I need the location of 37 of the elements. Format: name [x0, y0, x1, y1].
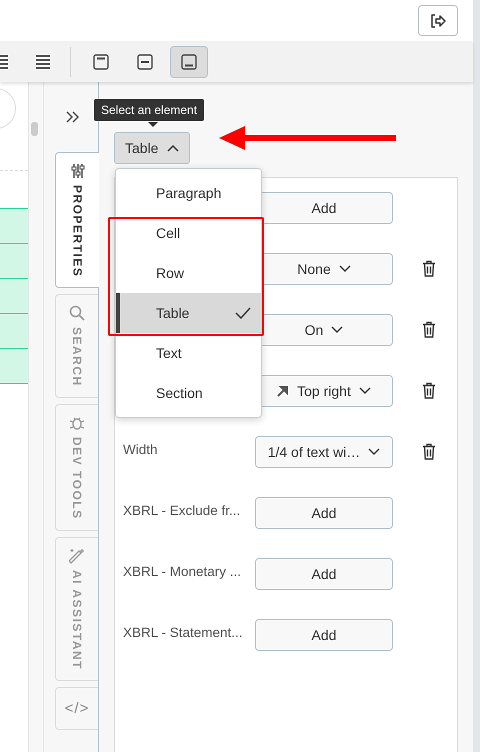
- check-icon: [235, 307, 251, 319]
- trash-icon[interactable]: [422, 321, 436, 338]
- collapse-icon[interactable]: [66, 111, 80, 123]
- trash-icon[interactable]: [422, 260, 436, 277]
- search-icon: [69, 305, 85, 322]
- arrow-up-right-icon: [277, 385, 290, 397]
- trash-icon[interactable]: [422, 443, 436, 460]
- property-label: XBRL - Exclude fr...: [122, 503, 242, 518]
- property-label: XBRL - Monetary ...: [122, 564, 242, 579]
- add-button[interactable]: Add: [255, 497, 393, 529]
- add-button[interactable]: Add: [255, 558, 393, 590]
- export-icon: [429, 12, 447, 28]
- caret-icon: [331, 326, 344, 334]
- property-label: XBRL - Statement...: [122, 625, 244, 640]
- element-dropdown[interactable]: Table: [114, 132, 190, 164]
- magic-wand-icon: [69, 548, 85, 564]
- caret-icon: [358, 387, 371, 395]
- menu-item[interactable]: Table: [116, 293, 261, 333]
- sidebar-tab[interactable]: PROPERTIES: [55, 152, 99, 288]
- tooltip: Select an element: [94, 99, 204, 121]
- align-bottom-icon: [181, 54, 197, 70]
- caret-icon: [167, 144, 180, 152]
- add-button[interactable]: Add: [255, 619, 393, 651]
- tooltip-pointer: [148, 122, 158, 127]
- align-bottom-button[interactable]: [170, 46, 208, 78]
- caret-icon: [338, 265, 351, 273]
- property-label: Width: [122, 442, 159, 457]
- export-button[interactable]: [418, 5, 458, 36]
- sliders-icon: [70, 163, 84, 179]
- align-middle-icon: [137, 54, 153, 70]
- scroll-thumb[interactable]: [31, 122, 38, 136]
- caret-icon: [368, 448, 380, 456]
- justify-icon[interactable]: [36, 54, 50, 68]
- align-top-icon: [93, 54, 109, 70]
- trash-icon[interactable]: [422, 382, 436, 399]
- bug-icon: [69, 415, 85, 432]
- property-dropdown[interactable]: 1/4 of text wi…: [255, 436, 393, 468]
